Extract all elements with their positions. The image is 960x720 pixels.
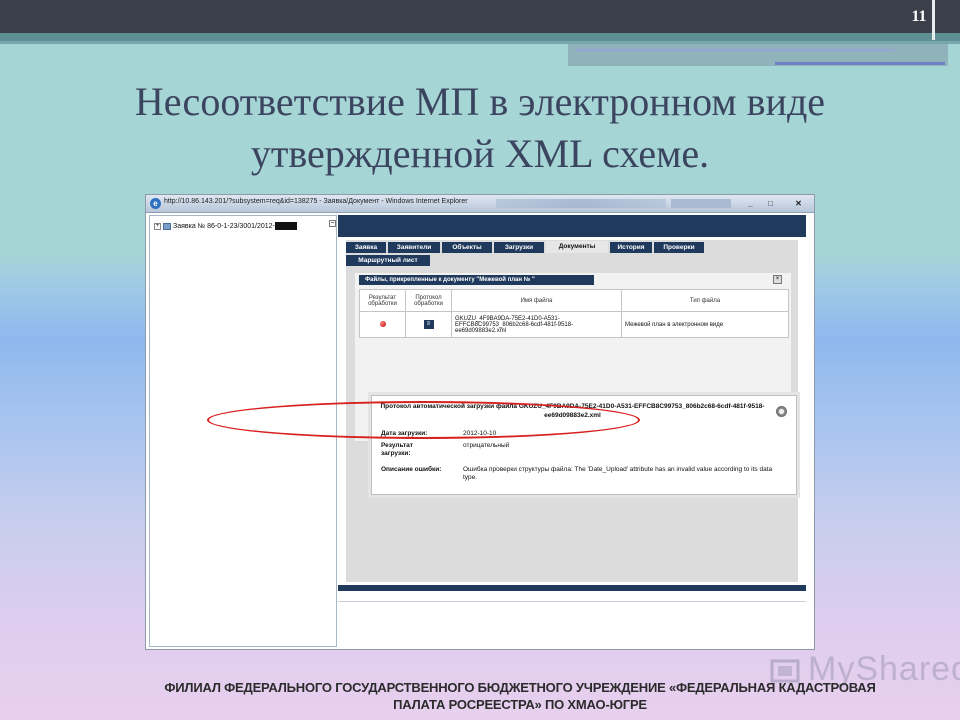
blurred-region	[496, 199, 666, 208]
files-table: Результат обработки Протокол обработки И…	[359, 289, 789, 338]
slide-title-line-1: Несоответствие МП в электронном виде	[134, 79, 826, 124]
browser-title-bar: e http://10.86.143.201/?subsystem=req&id…	[146, 195, 814, 213]
blurred-region-2	[671, 199, 731, 208]
tab-uploads[interactable]: Загрузки	[494, 242, 544, 253]
footer-line-1: ФИЛИАЛ ФЕДЕРАЛЬНОГО ГОСУДАРСТВЕННОГО БЮД…	[164, 680, 876, 695]
table-header-row: Результат обработки Протокол обработки И…	[359, 289, 789, 312]
internet-explorer-icon: e	[150, 198, 161, 209]
browser-window-title: http://10.86.143.201/?subsystem=req&id=1…	[164, 198, 468, 205]
collapse-pane-button[interactable]: −	[329, 220, 336, 227]
tab-bar: Заявка Заявители Объекты Загрузки Докуме…	[346, 240, 798, 270]
expand-icon[interactable]: +	[154, 222, 161, 230]
file-type-cell: Межевой план в электронном виде	[621, 311, 789, 338]
tab-request[interactable]: Заявка	[346, 242, 386, 253]
col-processing-protocol: Протокол обработки	[405, 289, 452, 312]
error-description-label: Описание ошибки:	[381, 466, 442, 473]
tree-item-label: Заявка № 86-0-1-23/3001/2012-	[173, 222, 275, 230]
tab-checks[interactable]: Проверки	[654, 242, 704, 253]
slide-top-bar	[0, 0, 960, 33]
col-processing-result: Результат обработки	[359, 289, 406, 312]
minimize-button[interactable]: _	[744, 198, 757, 209]
upload-result-value: отрицательный	[463, 442, 510, 449]
table-row: ≡ GKUZU_4F9BA9DA-75E2-41D0-A531-EFFCB8C9…	[359, 311, 789, 338]
col-file-type: Тип файла	[621, 289, 789, 312]
footer-line-2: ПАЛАТА РОСРЕЕСТРА» ПО ХМАО-ЮГРЕ	[393, 697, 647, 712]
tab-history[interactable]: История	[610, 242, 652, 253]
app-footer-bar	[338, 585, 806, 591]
tab-documents[interactable]: Документы	[546, 241, 608, 253]
tab-applicants[interactable]: Заявители	[388, 242, 440, 253]
slide-number: 11	[911, 8, 927, 25]
error-highlight-oval	[207, 401, 640, 439]
slide-title-line-2: утвержденной XML схеме.	[250, 131, 710, 176]
maximize-button[interactable]: □	[764, 198, 777, 209]
tab-objects[interactable]: Объекты	[442, 242, 492, 253]
tree-item-request[interactable]: + Заявка № 86-0-1-23/3001/2012-	[154, 222, 297, 230]
pane-separator	[338, 601, 806, 602]
app-header-bar	[338, 215, 806, 237]
protocol-icon[interactable]: ≡	[423, 320, 434, 329]
protocol-cell: ≡	[405, 311, 452, 338]
error-description-value: Ошибка проверки структуры файла: The 'Da…	[463, 466, 773, 481]
redacted-block	[274, 222, 297, 230]
slide-decor-line	[575, 49, 895, 51]
panel-close-button[interactable]: ×	[773, 275, 782, 284]
error-status-icon	[379, 320, 386, 327]
folder-icon	[163, 222, 171, 230]
slide-title: Несоответствие МП в электронном виде утв…	[40, 76, 920, 180]
slide-accent-bar	[0, 33, 960, 41]
col-file-name: Имя файла	[451, 289, 622, 312]
result-cell	[359, 311, 406, 338]
slide-number-divider	[932, 0, 935, 40]
file-name-cell[interactable]: GKUZU_4F9BA9DA-75E2-41D0-A531-EFFCB8C997…	[451, 311, 622, 338]
slide-footer: ФИЛИАЛ ФЕДЕРАЛЬНОГО ГОСУДАРСТВЕННОГО БЮД…	[120, 679, 920, 713]
upload-result-label: Результат загрузки:	[381, 442, 413, 457]
gear-icon[interactable]	[776, 406, 787, 417]
close-window-button[interactable]: ✕	[792, 198, 805, 209]
tab-route-sheet[interactable]: Маршрутный лист	[346, 255, 430, 266]
panel-header: Файлы, прикрепленные к документу "Межево…	[359, 275, 594, 285]
slide-decor-line-accent	[775, 62, 945, 65]
